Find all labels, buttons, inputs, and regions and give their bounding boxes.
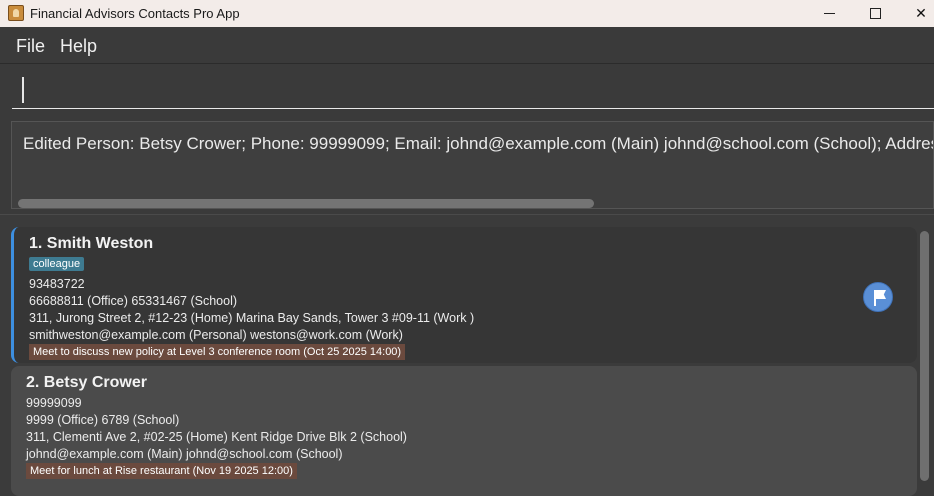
close-icon: ✕ [915,5,927,21]
maximize-icon [869,8,881,19]
person-name: 1. Smith Weston [29,235,154,252]
text-cursor [22,77,24,103]
person-card[interactable]: 1. Smith Weston colleague 93483722 66688… [11,227,917,363]
person-address: 311, Clementi Ave 2, #02-25 (Home) Kent … [26,430,407,444]
close-button[interactable]: ✕ [898,0,934,27]
person-meeting: Meet to discuss new policy at Level 3 co… [29,344,406,360]
person-email: smithweston@example.com (Personal) westo… [29,328,403,342]
maximize-button[interactable] [852,0,898,27]
result-display[interactable]: Edited Person: Betsy Crower; Phone: 9999… [11,121,934,209]
app-icon [8,5,24,21]
person-address: 311, Jurong Street 2, #12-23 (Home) Mari… [29,311,475,325]
menu-help[interactable]: Help [60,36,97,57]
menu-bar: File Help [0,27,934,64]
menu-file[interactable]: File [16,36,45,57]
person-phone: 93483722 [29,277,85,291]
person-card[interactable]: 2. Betsy Crower 99999099 9999 (Office) 6… [11,366,917,496]
person-other-phones: 9999 (Office) 6789 (School) [26,413,180,427]
command-input[interactable] [12,71,934,109]
vertical-scrollbar[interactable] [920,231,929,481]
person-meeting: Meet for lunch at Rise restaurant (Nov 1… [26,463,297,479]
horizontal-scrollbar[interactable] [18,199,594,208]
person-list: 1. Smith Weston colleague 93483722 66688… [0,214,934,496]
person-tag: colleague [29,257,85,271]
person-other-phones: 66688811 (Office) 65331467 (School) [29,294,238,308]
person-name: 2. Betsy Crower [26,374,147,391]
person-email: johnd@example.com (Main) johnd@school.co… [26,447,343,461]
flag-icon [874,290,876,306]
person-phone: 99999099 [26,396,82,410]
flag-icon-cloth [876,290,886,299]
window-title: Financial Advisors Contacts Pro App [30,6,240,21]
title-bar: Financial Advisors Contacts Pro App ✕ [0,0,934,27]
result-display-area: Edited Person: Betsy Crower; Phone: 9999… [0,116,934,214]
command-area [0,64,934,116]
minimize-button[interactable] [806,0,852,27]
result-message: Edited Person: Betsy Crower; Phone: 9999… [23,134,934,153]
flag-button[interactable] [863,282,893,312]
minimize-icon [823,13,835,14]
